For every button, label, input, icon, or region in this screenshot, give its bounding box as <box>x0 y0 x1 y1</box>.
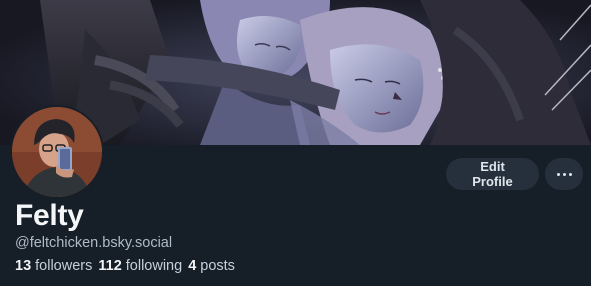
display-name: Felty <box>15 199 84 232</box>
ellipsis-icon <box>556 172 572 176</box>
following-link[interactable]: 112 following <box>98 257 182 275</box>
profile-header: Edit Profile Felty @feltchicken.bsky.soc… <box>0 0 591 286</box>
profile-actions: Edit Profile <box>446 158 583 190</box>
followers-count: 13 <box>15 258 32 274</box>
following-count: 112 <box>98 258 122 274</box>
edit-profile-button[interactable]: Edit Profile <box>446 158 539 190</box>
posts-label: posts <box>200 258 235 274</box>
profile-stats: 13 followers 112 following 4 posts <box>15 257 235 275</box>
followers-link[interactable]: 13 followers <box>15 257 92 275</box>
profile-handle[interactable]: @feltchicken.bsky.social <box>15 234 172 252</box>
more-options-button[interactable] <box>545 158 583 190</box>
posts-stat: 4 posts <box>188 257 235 275</box>
posts-count: 4 <box>188 258 197 274</box>
followers-label: followers <box>35 258 93 274</box>
profile-avatar[interactable] <box>10 105 104 199</box>
following-label: following <box>125 258 183 274</box>
